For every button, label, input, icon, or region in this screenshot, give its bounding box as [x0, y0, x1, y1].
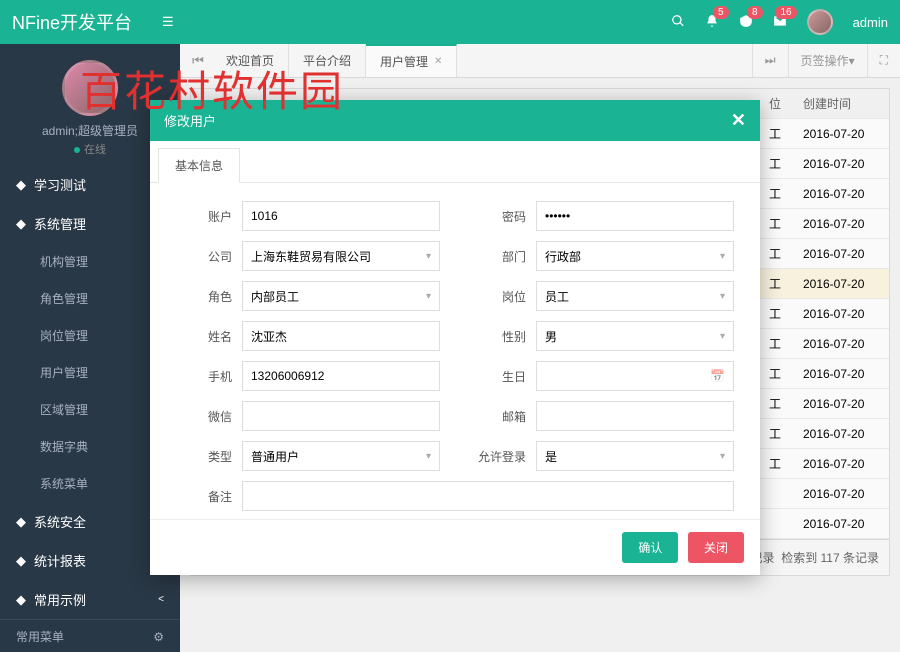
birthday-select[interactable] — [536, 361, 734, 391]
field-allow: 允许登录是 — [470, 441, 734, 471]
wechat-input[interactable] — [242, 401, 440, 431]
field-label: 类型 — [176, 448, 232, 465]
field-gender: 性别男 — [470, 321, 734, 351]
tab-basic-info[interactable]: 基本信息 — [158, 148, 240, 183]
field-label: 微信 — [176, 408, 232, 425]
name-input[interactable] — [242, 321, 440, 351]
field-role: 角色内部员工 — [176, 281, 440, 311]
type-select[interactable]: 普通用户 — [242, 441, 440, 471]
field-label: 邮箱 — [470, 408, 526, 425]
field-label: 部门 — [470, 248, 526, 265]
topbar: NFine开发平台 ☰ 5 8 16 admin — [0, 0, 900, 44]
field-label: 生日 — [470, 368, 526, 385]
cancel-button[interactable]: 关闭 — [688, 532, 744, 563]
role-select[interactable]: 内部员工 — [242, 281, 440, 311]
gear-icon[interactable]: ⚙ — [153, 630, 164, 644]
field-type: 类型普通用户 — [176, 441, 440, 471]
mail-icon[interactable]: 16 — [773, 14, 787, 31]
avatar[interactable] — [807, 9, 833, 35]
company-select[interactable]: 上海东鞋贸易有限公司 — [242, 241, 440, 271]
field-label: 账户 — [176, 208, 232, 225]
menu-toggle-icon[interactable]: ☰ — [162, 14, 174, 30]
field-label: 性别 — [470, 328, 526, 345]
bell-icon[interactable]: 5 — [705, 14, 719, 31]
close-icon[interactable]: ✕ — [731, 110, 746, 131]
mobile-input[interactable] — [242, 361, 440, 391]
edit-user-modal: 修改用户 ✕ 基本信息 账户密码公司上海东鞋贸易有限公司部门行政部角色内部员工岗… — [150, 100, 760, 575]
notif-badge: 8 — [747, 6, 763, 19]
field-position: 岗位员工 — [470, 281, 734, 311]
search-icon[interactable] — [671, 14, 685, 31]
mail-badge: 16 — [775, 6, 796, 19]
field-wechat: 微信 — [176, 401, 440, 431]
field-label: 岗位 — [470, 288, 526, 305]
allow-select[interactable]: 是 — [536, 441, 734, 471]
ok-button[interactable]: 确认 — [622, 532, 678, 563]
field-label: 公司 — [176, 248, 232, 265]
field-label: 允许登录 — [470, 448, 526, 465]
sidebar-item-常用示例[interactable]: ◆常用示例˂ — [0, 580, 180, 619]
modal-header: 修改用户 ✕ — [150, 100, 760, 141]
gender-select[interactable]: 男 — [536, 321, 734, 351]
field-label: 手机 — [176, 368, 232, 385]
field-label: 密码 — [470, 208, 526, 225]
notif-icon[interactable]: 8 — [739, 14, 753, 31]
remark-input[interactable] — [242, 481, 734, 511]
field-account: 账户 — [176, 201, 440, 231]
field-birthday: 生日 — [470, 361, 734, 391]
field-remark: 备注 — [176, 481, 734, 511]
username[interactable]: admin — [853, 15, 888, 30]
account-input[interactable] — [242, 201, 440, 231]
position-select[interactable]: 员工 — [536, 281, 734, 311]
field-password: 密码 — [470, 201, 734, 231]
sidebar-footer: 常用菜单 ⚙ — [0, 619, 180, 652]
field-dept: 部门行政部 — [470, 241, 734, 271]
app-logo: NFine开发平台 — [12, 9, 132, 35]
modal-title: 修改用户 — [164, 111, 216, 130]
field-name: 姓名 — [176, 321, 440, 351]
field-company: 公司上海东鞋贸易有限公司 — [176, 241, 440, 271]
field-label: 姓名 — [176, 328, 232, 345]
dept-select[interactable]: 行政部 — [536, 241, 734, 271]
field-email: 邮箱 — [470, 401, 734, 431]
password-input[interactable] — [536, 201, 734, 231]
field-mobile: 手机 — [176, 361, 440, 391]
field-label: 备注 — [176, 488, 232, 505]
field-label: 角色 — [176, 288, 232, 305]
avatar-large — [62, 60, 118, 116]
email-input[interactable] — [536, 401, 734, 431]
bell-badge: 5 — [713, 6, 729, 19]
